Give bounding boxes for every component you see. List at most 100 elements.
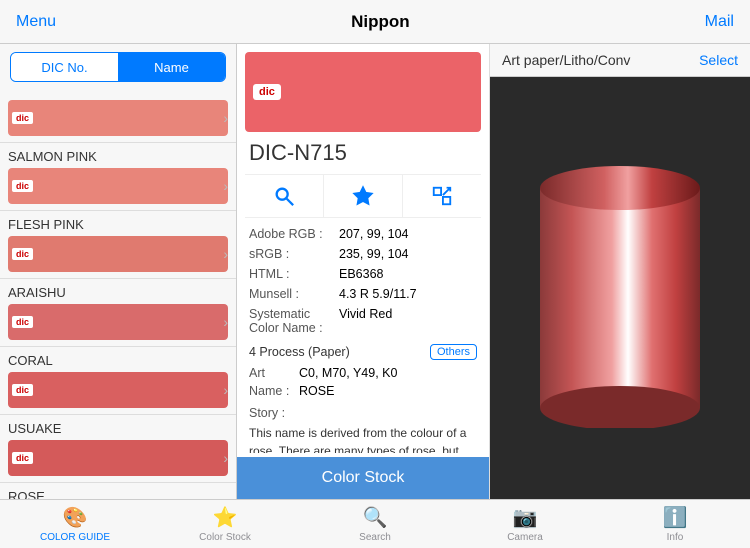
name-label: Name : — [249, 384, 299, 398]
color-swatch: dic — [8, 304, 228, 340]
top-nav: Menu Nippon Mail — [0, 0, 750, 44]
right-panel: Art paper/Litho/Conv Select — [490, 44, 750, 499]
color-swatch: dic — [8, 236, 228, 272]
chevron-right-icon: › — [223, 450, 228, 466]
srgb-row: sRGB : 235, 99, 104 — [249, 244, 477, 264]
star-icon — [352, 185, 374, 207]
segment-dic-no[interactable]: DIC No. — [11, 53, 118, 81]
compare-icon — [431, 185, 453, 207]
color-item-label: CORAL — [8, 353, 228, 368]
chevron-right-icon: › — [223, 246, 228, 262]
story-section: Story : This name is derived from the co… — [249, 406, 477, 453]
color-code-label: DIC-N715 — [237, 140, 489, 174]
color-swatch-row: dic › — [8, 100, 228, 136]
left-panel: DIC No. Name dic › SALMON PINK dic › FLE… — [0, 44, 237, 499]
html-value: EB6368 — [339, 267, 383, 281]
color-stock-button[interactable]: Color Stock — [237, 457, 489, 499]
tab-icon-color-guide: 🎨 — [63, 505, 88, 530]
list-item[interactable]: ROSE dic › — [0, 483, 236, 499]
dic-logo-small: dic — [12, 384, 33, 396]
color-swatch-row: dic › — [8, 236, 228, 272]
color-list: dic › SALMON PINK dic › FLESH PINK dic ›… — [0, 90, 236, 499]
name-row: Name : ROSE — [249, 382, 477, 400]
process-title: 4 Process (Paper) — [249, 345, 350, 359]
search-action-button[interactable] — [245, 175, 324, 217]
tab-icon-camera: 📷 — [513, 505, 538, 530]
color-item-label: USUAKE — [8, 421, 228, 436]
color-item-label: SALMON PINK — [8, 149, 228, 164]
mail-button[interactable]: Mail — [705, 13, 734, 31]
list-item[interactable]: SALMON PINK dic › — [0, 143, 236, 211]
story-label: Story : — [249, 406, 477, 420]
art-label: Art — [249, 366, 299, 380]
color-preview: dic — [245, 52, 481, 132]
tab-label-info: Info — [667, 532, 684, 543]
tab-label-color-stock: Color Stock — [199, 532, 251, 543]
right-header: Art paper/Litho/Conv Select — [490, 44, 750, 77]
middle-panel: dic DIC-N715 Adobe — [237, 44, 490, 499]
tab-icon-info: ℹ️ — [663, 505, 688, 530]
dic-logo-small: dic — [12, 112, 33, 124]
adobe-rgb-label: Adobe RGB : — [249, 227, 339, 241]
search-icon — [273, 185, 295, 207]
select-button[interactable]: Select — [699, 52, 738, 68]
dic-logo-small: dic — [12, 248, 33, 260]
dic-logo: dic — [253, 84, 281, 100]
adobe-rgb-row: Adobe RGB : 207, 99, 104 — [249, 224, 477, 244]
tab-info[interactable]: ℹ️ Info — [600, 501, 750, 547]
munsell-value: 4.3 R 5.9/11.7 — [339, 287, 417, 301]
menu-button[interactable]: Menu — [16, 13, 56, 31]
process-header: 4 Process (Paper) Others — [249, 344, 477, 360]
html-label: HTML : — [249, 267, 339, 281]
tab-label-color-guide: COLOR GUIDE — [40, 532, 110, 543]
color-swatch: dic — [8, 100, 228, 136]
tab-label-camera: Camera — [507, 532, 543, 543]
srgb-value: 235, 99, 104 — [339, 247, 409, 261]
color-swatch-row: dic › — [8, 168, 228, 204]
main-content: DIC No. Name dic › SALMON PINK dic › FLE… — [0, 44, 750, 499]
color-swatch-row: dic › — [8, 304, 228, 340]
art-row: Art C0, M70, Y49, K0 — [249, 364, 477, 382]
chevron-right-icon: › — [223, 110, 228, 126]
chevron-right-icon: › — [223, 314, 228, 330]
dic-logo-small: dic — [12, 316, 33, 328]
list-item[interactable]: USUAKE dic › — [0, 415, 236, 483]
systematic-label: Systematic Color Name : — [249, 307, 339, 335]
tab-icon-color-stock: ⭐ — [213, 505, 238, 530]
tab-color-stock[interactable]: ⭐ Color Stock — [150, 501, 300, 547]
adobe-rgb-value: 207, 99, 104 — [339, 227, 409, 241]
list-item[interactable]: CORAL dic › — [0, 347, 236, 415]
right-header-title: Art paper/Litho/Conv — [502, 52, 630, 68]
color-item-label: ROSE — [8, 489, 228, 499]
favorite-action-button[interactable] — [324, 175, 403, 217]
tab-bar: 🎨 COLOR GUIDE ⭐ Color Stock 🔍 Search 📷 C… — [0, 499, 750, 548]
chevron-right-icon: › — [223, 178, 228, 194]
segment-name[interactable]: Name — [118, 53, 225, 81]
tab-label-search: Search — [359, 532, 391, 543]
list-item[interactable]: ARAISHU dic › — [0, 279, 236, 347]
process-section: 4 Process (Paper) Others Art C0, M70, Y4… — [249, 344, 477, 400]
list-item[interactable]: FLESH PINK dic › — [0, 211, 236, 279]
color-swatch: dic — [8, 168, 228, 204]
story-text: This name is derived from the colour of … — [249, 424, 477, 453]
tab-search[interactable]: 🔍 Search — [300, 501, 450, 547]
name-value: ROSE — [299, 384, 334, 398]
others-button[interactable]: Others — [430, 344, 477, 360]
systematic-value: Vivid Red — [339, 307, 392, 335]
chevron-right-icon: › — [223, 382, 228, 398]
color-item-label: FLESH PINK — [8, 217, 228, 232]
color-item-label: ARAISHU — [8, 285, 228, 300]
munsell-row: Munsell : 4.3 R 5.9/11.7 — [249, 284, 477, 304]
html-row: HTML : EB6368 — [249, 264, 477, 284]
compare-action-button[interactable] — [403, 175, 481, 217]
segment-control: DIC No. Name — [10, 52, 226, 82]
tab-camera[interactable]: 📷 Camera — [450, 501, 600, 547]
color-swatch: dic — [8, 440, 228, 476]
color-swatch: dic — [8, 372, 228, 408]
srgb-label: sRGB : — [249, 247, 339, 261]
tab-icon-search: 🔍 — [363, 505, 388, 530]
list-item[interactable]: dic › — [0, 90, 236, 143]
systematic-row: Systematic Color Name : Vivid Red — [249, 304, 477, 338]
tab-color-guide[interactable]: 🎨 COLOR GUIDE — [0, 501, 150, 547]
cylinder-area — [490, 77, 750, 499]
